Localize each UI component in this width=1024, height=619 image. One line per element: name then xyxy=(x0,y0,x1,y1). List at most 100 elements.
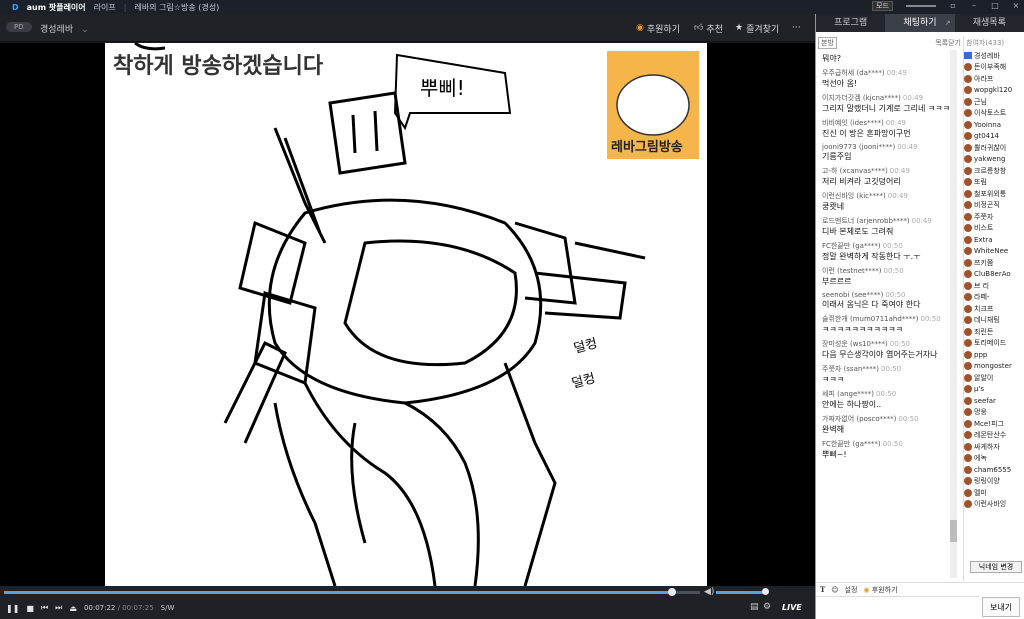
send-button[interactable]: 보내기 xyxy=(982,597,1020,617)
participant-item[interactable]: 싸게하자 xyxy=(964,441,1024,453)
participant-item[interactable]: cham6555 xyxy=(964,464,1024,476)
participant-item[interactable]: 크르릉창창 xyxy=(964,165,1024,177)
seek-bar[interactable] xyxy=(4,588,700,596)
recommend-button[interactable]: 👍︎ 추천 xyxy=(694,20,723,36)
chat-username[interactable]: 이런 (testnet****) 00:50 xyxy=(822,266,961,276)
participant-item[interactable]: WhiteNee xyxy=(964,246,1024,258)
volume-knob[interactable] xyxy=(762,588,770,595)
more-button[interactable]: ··· xyxy=(792,20,801,36)
chat-username[interactable]: 로드맨트너 (arjenrobb****) 00:49 xyxy=(822,216,961,226)
channel-selector[interactable]: 경성레바 ⌄ xyxy=(40,22,89,35)
stop-icon[interactable]: ■ xyxy=(26,604,34,613)
chat-donate-button[interactable]: ◉ 후원하기 xyxy=(863,585,897,595)
opacity-slider[interactable] xyxy=(906,5,936,7)
participant-item[interactable]: 근님 xyxy=(964,96,1024,108)
participant-item[interactable]: 토리메이드 xyxy=(964,338,1024,350)
next-icon[interactable]: ⏭︎ xyxy=(55,603,62,613)
participant-item[interactable]: 또림 xyxy=(964,177,1024,189)
avatar-icon xyxy=(964,488,972,497)
app-logo[interactable]: Daum 팟플레이어 xyxy=(4,2,86,13)
participant-item[interactable]: 경성레바 xyxy=(964,50,1024,62)
participant-item[interactable]: μ's xyxy=(964,384,1024,396)
prev-icon[interactable]: ⏮︎ xyxy=(41,603,48,613)
volume-slider[interactable] xyxy=(716,588,770,595)
chat-username[interactable]: 우주급허세 (da****) 00:49 xyxy=(822,68,961,78)
tab-2[interactable]: 재생목록 xyxy=(955,14,1024,32)
tab-0[interactable]: 프로그램 xyxy=(816,14,885,32)
participant-item[interactable]: 멜미 xyxy=(964,487,1024,499)
participant-item[interactable]: 아라프 xyxy=(964,73,1024,85)
participant-item[interactable]: mongoster xyxy=(964,361,1024,373)
chat-username[interactable]: jooni9773 (jooni****) 00:49 xyxy=(822,143,961,151)
participant-item[interactable]: 데니채팅 xyxy=(964,315,1024,327)
pause-icon[interactable]: ❚❚ xyxy=(6,604,19,613)
participant-item[interactable]: 브 리 xyxy=(964,280,1024,292)
participant-item[interactable]: seefar xyxy=(964,395,1024,407)
chat-username[interactable]: 이지가더갓겜 (kjcna****) 00:49 xyxy=(822,93,961,103)
participant-item[interactable]: yakweng xyxy=(964,154,1024,166)
maximize-icon[interactable]: □ xyxy=(991,2,999,10)
participant-item[interactable]: 이삭토스트 xyxy=(964,108,1024,120)
emoji-icon[interactable]: ☺ xyxy=(831,586,838,594)
participant-item[interactable]: gt0414 xyxy=(964,131,1024,143)
participant-item[interactable]: 치크프 xyxy=(964,303,1024,315)
participant-item[interactable]: 비스트 xyxy=(964,223,1024,235)
participant-item[interactable]: 알알이 xyxy=(964,372,1024,384)
chat-scrollbar[interactable] xyxy=(950,50,957,578)
participant-item[interactable]: 링링이양 xyxy=(964,476,1024,488)
popout-icon[interactable]: ↗ xyxy=(945,14,951,32)
chat-username[interactable]: FC한끝만 (ga****) 00:50 xyxy=(822,241,961,251)
video-area[interactable]: 착하게 방송하겠습니다 뿌삐! 레바그림방송 덜컹 덜컹 xyxy=(0,43,815,586)
participant-item[interactable]: Yooinna xyxy=(964,119,1024,131)
minimize-icon[interactable]: – xyxy=(970,2,978,10)
seek-knob[interactable] xyxy=(668,588,677,596)
chat-username[interactable]: 세피 (ange****) 00:50 xyxy=(822,389,961,399)
participant-item[interactable]: 에녹 xyxy=(964,453,1024,465)
text-format-icon[interactable]: T xyxy=(820,585,825,594)
chat-username[interactable]: 가짜자없어 (posco****) 00:50 xyxy=(822,414,961,424)
chat-username[interactable]: 장미성운 (ws10****) 00:50 xyxy=(822,339,961,349)
tab-1[interactable]: 채팅하기 ↗ xyxy=(885,14,955,32)
participant-item[interactable]: 멍웅 xyxy=(964,407,1024,419)
participant-item[interactable]: 비정곤직 xyxy=(964,200,1024,212)
participant-item[interactable]: Extra xyxy=(964,234,1024,246)
chat-username[interactable]: 술쥐한개 (mum0711ahd****) 00:50 xyxy=(822,314,961,324)
participant-item[interactable]: wopgkl120 xyxy=(964,85,1024,97)
chat-input[interactable] xyxy=(816,596,979,619)
chat-username[interactable]: 비비예잇 (ides****) 00:49 xyxy=(822,118,961,128)
participant-item[interactable]: 죄린든 xyxy=(964,326,1024,338)
participant-item[interactable]: ppp xyxy=(964,349,1024,361)
eject-icon[interactable]: ⏏︎ xyxy=(69,604,77,613)
participant-list[interactable]: 경성레바 돈이부족해 아라프 wopgkl120 근님 이삭토스트 Yooinna gt041… xyxy=(964,50,1024,542)
participant-item[interactable]: 뿔러귀찮이 xyxy=(964,142,1024,154)
participant-item[interactable]: 레몬탄산수 xyxy=(964,430,1024,442)
chat-username[interactable]: FC한끝만 (ga****) 00:50 xyxy=(822,439,961,449)
favorite-button[interactable]: ★ 즐겨찾기 xyxy=(735,20,779,36)
chat-log[interactable]: 본방 목록닫기 뭐야? 우주급허세 (da****) 00:49 먹선아 옴! 이지가더… xyxy=(818,36,961,581)
participant-item[interactable]: 쯔키쯤 xyxy=(964,257,1024,269)
notice-button[interactable]: 본방 xyxy=(818,37,837,49)
participant-item[interactable]: CluB8erAo xyxy=(964,269,1024,281)
participant-item[interactable]: Mce!피그 xyxy=(964,418,1024,430)
participant-item[interactable]: 철포위외통 xyxy=(964,188,1024,200)
close-list-button[interactable]: 목록닫기 xyxy=(935,38,961,48)
chat-settings-button[interactable]: 설정 xyxy=(845,585,858,595)
participant-item[interactable]: 돈이부족해 xyxy=(964,62,1024,74)
donate-button[interactable]: ◉ 후원하기 xyxy=(636,20,680,36)
chat-username[interactable]: 주쭛자 (ssan****) 00:50 xyxy=(822,364,961,374)
settings-gear-icon[interactable]: ⚙ xyxy=(763,602,771,612)
close-icon[interactable]: × xyxy=(1012,2,1020,10)
playlist-icon[interactable]: ▤ xyxy=(750,602,759,612)
chat-username[interactable]: seenobi (see****) 00:50 xyxy=(822,291,961,299)
nick-change-button[interactable]: 닉네임 변경 xyxy=(970,561,1022,573)
pin-icon[interactable]: ▫ xyxy=(949,2,957,10)
menu-live[interactable]: 라이프 xyxy=(94,2,116,13)
chat-username[interactable]: 이런신바잉 (kic****) 00:49 xyxy=(822,191,961,201)
mode-button[interactable]: 모드 xyxy=(872,1,893,11)
participant-item[interactable]: 라떼- xyxy=(964,292,1024,304)
participant-item[interactable]: 주쭛자 xyxy=(964,211,1024,223)
participant-item[interactable]: 이런사바잉 xyxy=(964,499,1024,511)
sw-label[interactable]: S/W xyxy=(161,604,175,612)
chat-username[interactable]: 고-하 (xcanvas****) 00:49 xyxy=(822,166,961,176)
volume-icon[interactable]: ◀) xyxy=(704,587,714,597)
